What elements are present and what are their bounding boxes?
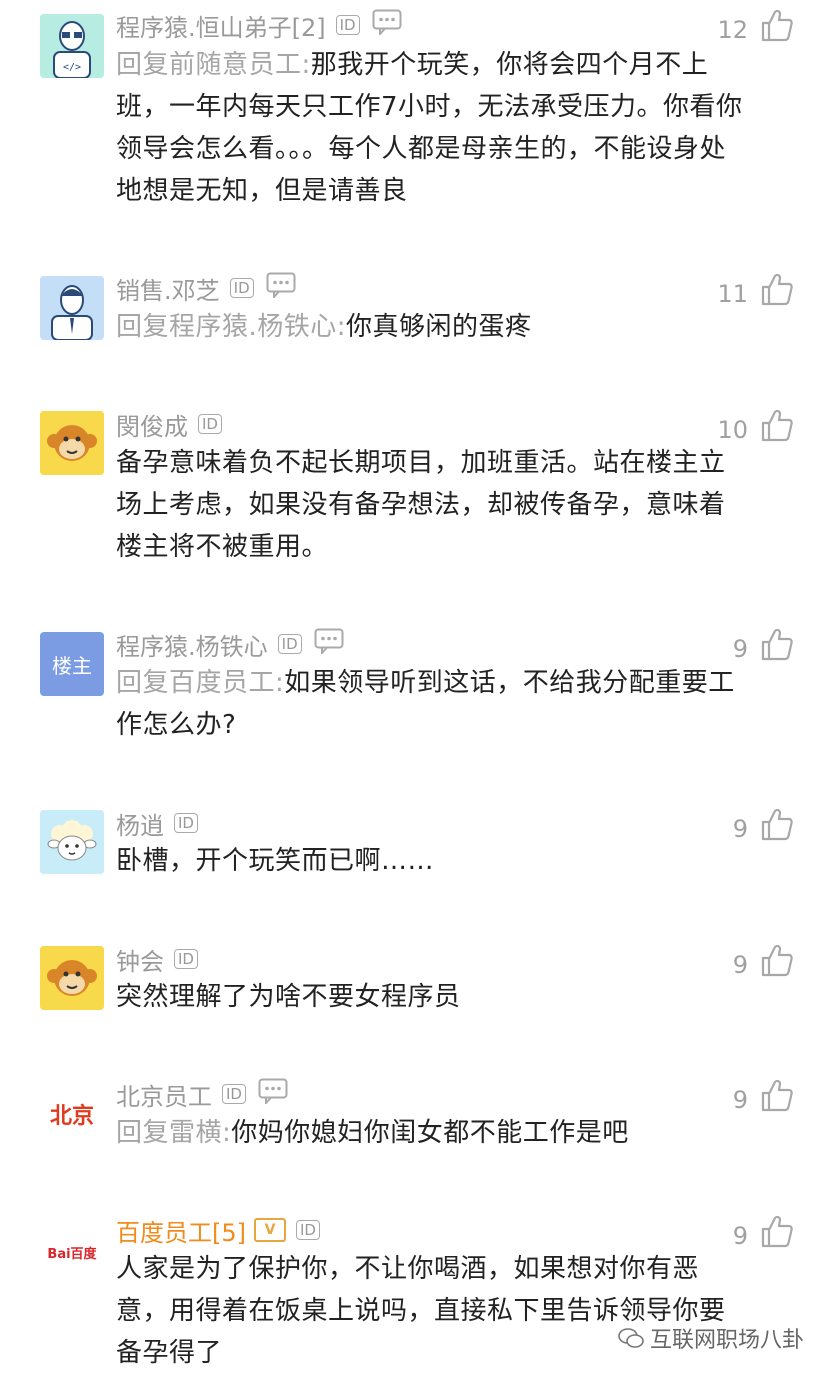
reply-prefix[interactable]: 回复百度员工: (116, 668, 284, 698)
thumbs-up-icon[interactable] (760, 1078, 794, 1112)
baidu-avatar-text: Bai百度 (47, 1246, 97, 1262)
comment-author-row: 閔俊成 ID (116, 407, 222, 442)
comment-body: 突然理解了为啥不要女程序员 (116, 976, 746, 1018)
comment-text: 备孕意味着负不起长期项目，加班重活。站在楼主立场上考虑，如果没有备孕想法，却被传… (116, 448, 726, 562)
baidu-avatar[interactable]: Bai百度 (40, 1220, 104, 1284)
like-count: 9 (732, 951, 748, 979)
id-badge: ID (222, 1084, 246, 1104)
like-count: 9 (732, 1086, 748, 1114)
comment-body: 回复前随意员工:那我开个玩笑，你将会四个月不上班，一年内每天只工作7小时，无法承… (116, 44, 746, 212)
comment-body: 回复百度员工:如果领导听到这话，不给我分配重要工作怎么办? (116, 662, 746, 746)
comment-author-row: 百度员工[5] V ID (116, 1213, 320, 1248)
author-name[interactable]: 钟会 (116, 942, 164, 977)
thumbs-up-icon[interactable] (760, 943, 794, 977)
beijing-avatar[interactable]: 北京 (40, 1082, 104, 1146)
watermark: 互联网职场八卦 (618, 1322, 804, 1354)
like-count: 9 (732, 1222, 748, 1250)
author-name[interactable]: 百度员工[5] (116, 1213, 246, 1248)
author-name[interactable]: 销售.邓芝 (116, 271, 220, 306)
programmer-avatar[interactable]: </> (40, 14, 104, 78)
comment-body: 备孕意味着负不起长期项目，加班重活。站在楼主立场上考虑，如果没有备孕想法，却被传… (116, 442, 746, 568)
id-badge: ID (174, 813, 198, 833)
wechat-icon (618, 1328, 644, 1348)
thumbs-up-icon[interactable] (760, 8, 794, 42)
thumbs-up-icon[interactable] (760, 408, 794, 442)
thumbs-up-icon[interactable] (760, 807, 794, 841)
comment-text: 你真够闲的蛋疼 (346, 312, 532, 342)
salesman-avatar[interactable] (40, 276, 104, 340)
like-count: 11 (717, 280, 748, 308)
comment-author-row: 程序猿.恒山弟子[2] ID (116, 8, 402, 43)
message-icon[interactable] (372, 9, 402, 41)
author-name[interactable]: 程序猿.恒山弟子[2] (116, 8, 326, 43)
sheep-avatar[interactable] (40, 810, 104, 874)
monkey-avatar[interactable] (40, 411, 104, 475)
id-badge: ID (198, 414, 222, 434)
like-count: 9 (732, 635, 748, 663)
comment-body: 人家是为了保护你，不让你喝酒，如果想对你有恶意，用得着在饭桌上说吗，直接私下里告… (116, 1248, 746, 1374)
comment-text: 突然理解了为啥不要女程序员 (116, 982, 461, 1012)
message-icon[interactable] (266, 272, 296, 304)
reply-prefix[interactable]: 回复程序猿.杨铁心: (116, 312, 346, 342)
comment-author-row: 销售.邓芝 ID (116, 271, 296, 306)
id-badge: ID (335, 15, 360, 35)
comment-text: 你妈你媳妇你闺女都不能工作是吧 (231, 1118, 629, 1148)
monkey-avatar[interactable] (40, 946, 104, 1010)
id-badge: ID (296, 1220, 320, 1240)
author-name[interactable]: 程序猿.杨铁心 (116, 627, 268, 662)
id-badge: ID (229, 278, 254, 298)
comment-body: 回复雷横:你妈你媳妇你闺女都不能工作是吧 (116, 1112, 746, 1154)
beijing-avatar-text: 北京 (49, 1104, 94, 1129)
comment-body: 卧槽，开个玩笑而已啊…… (116, 840, 746, 882)
id-badge: ID (174, 949, 198, 969)
comment-author-row: 程序猿.杨铁心 ID (116, 627, 344, 662)
message-icon[interactable] (258, 1078, 288, 1110)
thumbs-up-icon[interactable] (760, 627, 794, 661)
verified-badge-icon: V (254, 1218, 286, 1242)
op-avatar[interactable]: 楼主 (40, 632, 104, 696)
author-name[interactable]: 北京员工 (116, 1077, 212, 1112)
comment-author-row: 北京员工 ID (116, 1077, 288, 1112)
svg-text:</>: </> (63, 62, 81, 73)
comment-body: 回复程序猿.杨铁心:你真够闲的蛋疼 (116, 306, 746, 348)
comment-text: 卧槽，开个玩笑而已啊…… (116, 846, 435, 876)
thumbs-up-icon[interactable] (760, 272, 794, 306)
message-icon[interactable] (314, 628, 344, 660)
like-count: 12 (717, 16, 748, 44)
id-badge: ID (277, 634, 302, 654)
like-count: 10 (717, 416, 748, 444)
reply-prefix[interactable]: 回复雷横: (116, 1118, 231, 1148)
thumbs-up-icon[interactable] (760, 1214, 794, 1248)
watermark-text: 互联网职场八卦 (649, 1328, 804, 1353)
comment-author-row: 杨逍 ID (116, 806, 198, 841)
author-name[interactable]: 杨逍 (116, 806, 164, 841)
reply-prefix[interactable]: 回复前随意员工: (116, 50, 311, 80)
comment-author-row: 钟会 ID (116, 942, 198, 977)
like-count: 9 (732, 815, 748, 843)
op-avatar-text: 楼主 (52, 653, 92, 678)
author-name[interactable]: 閔俊成 (116, 407, 188, 442)
